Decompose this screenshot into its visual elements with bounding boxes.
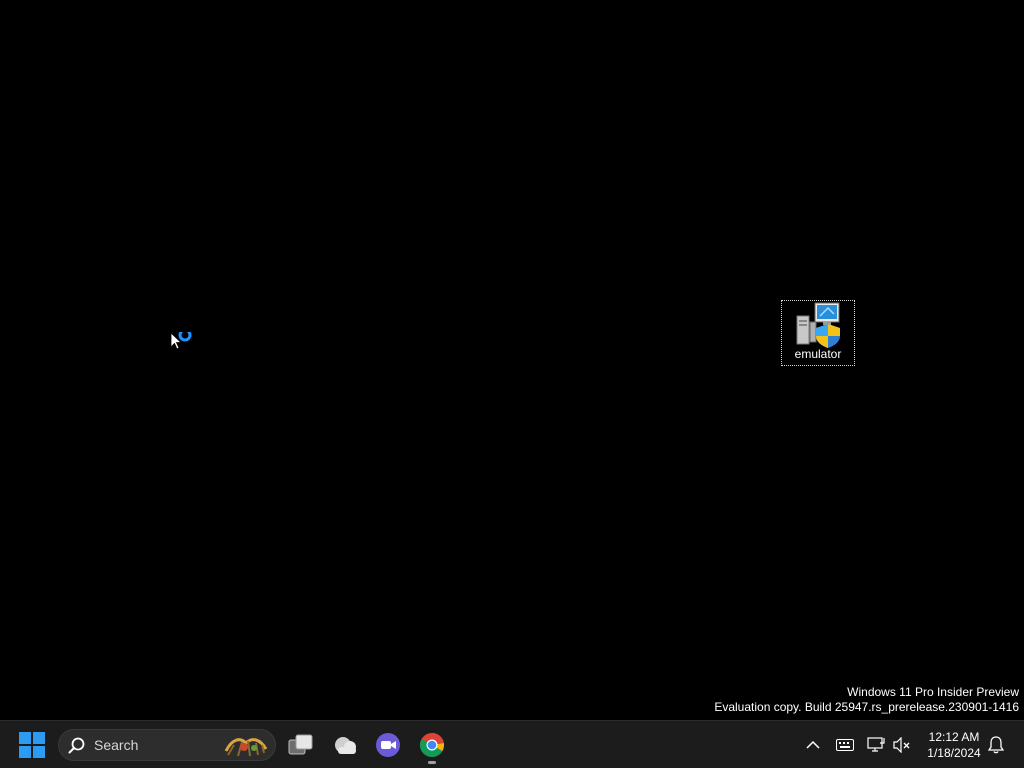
- watermark-build: Evaluation copy. Build 25947.rs_prerelea…: [714, 700, 1019, 714]
- network-button[interactable]: [866, 735, 886, 755]
- weather-cloud-icon: [335, 737, 356, 754]
- chrome-running-indicator: [428, 761, 436, 764]
- chevron-up-icon: [806, 740, 820, 749]
- volume-muted-icon: [893, 737, 910, 753]
- video-meeting-button[interactable]: [368, 725, 408, 765]
- search-highlight-illustration: [224, 738, 268, 757]
- taskbar-search[interactable]: Search: [58, 729, 276, 761]
- start-button[interactable]: [12, 725, 52, 765]
- keyboard-icon: [836, 739, 854, 751]
- clock-time: 12:12 AM: [928, 730, 980, 744]
- chrome-button[interactable]: [412, 725, 452, 765]
- bell-icon: [988, 736, 1004, 754]
- volume-button[interactable]: [892, 735, 912, 755]
- show-hidden-icons-button[interactable]: [803, 735, 823, 755]
- network-icon: [867, 737, 885, 752]
- video-camera-icon: [376, 733, 400, 757]
- search-placeholder: Search: [94, 737, 139, 753]
- notifications-button[interactable]: [986, 735, 1006, 755]
- task-view-button[interactable]: [281, 725, 321, 765]
- installer-shield-icon: [796, 302, 840, 348]
- system-clock[interactable]: 12:12 AM 1/18/2024: [920, 729, 988, 761]
- desktop[interactable]: emulator Windows 11 Pro Insider Preview …: [0, 0, 1024, 720]
- input-indicator-button[interactable]: [835, 735, 855, 755]
- watermark-edition: Windows 11 Pro Insider Preview: [847, 685, 1019, 699]
- clock-date: 1/18/2024: [927, 746, 981, 760]
- weather-widget-button[interactable]: [325, 725, 365, 765]
- chrome-icon: [420, 732, 445, 758]
- task-view-icon: [288, 734, 313, 755]
- taskbar: Search 12:12 AM 1/18/2024: [0, 720, 1024, 768]
- busy-cursor-icon: [170, 332, 192, 350]
- windows-logo-icon: [19, 732, 45, 758]
- desktop-icon-label: emulator: [794, 347, 842, 361]
- search-icon: [68, 737, 85, 754]
- desktop-icon-emulator[interactable]: emulator: [781, 300, 855, 366]
- evaluation-watermark: Windows 11 Pro Insider Preview Evaluatio…: [714, 685, 1019, 715]
